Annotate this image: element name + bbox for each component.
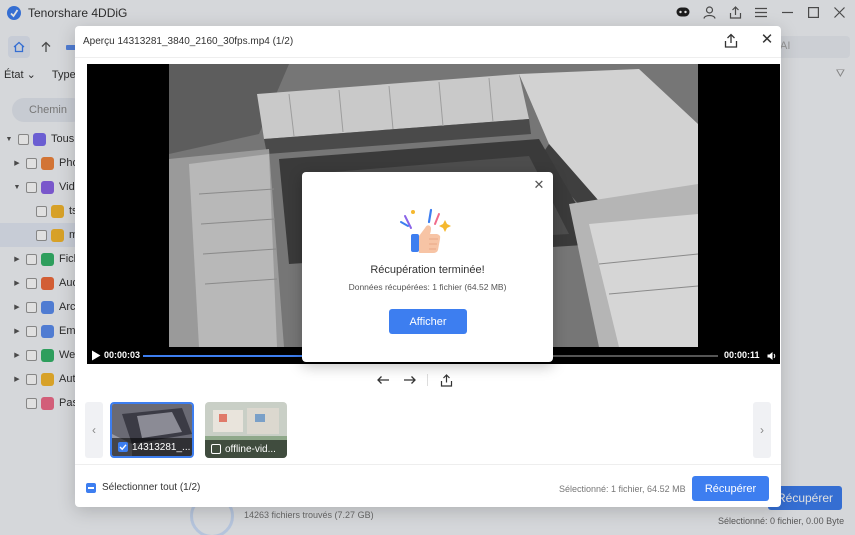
- preview-header: Aperçu 14313281_3840_2160_30fps.mp4 (1/2…: [75, 26, 781, 58]
- select-all-checkbox[interactable]: Sélectionner tout (1/2): [86, 482, 200, 493]
- recovery-complete-dialog: ✕ Récupération terminée! Données récupér…: [302, 172, 553, 362]
- thumbnail-item[interactable]: 14313281_...: [110, 402, 194, 458]
- previous-arrow-icon[interactable]: [375, 372, 391, 388]
- selected-info: Sélectionné: 1 fichier, 64.52 MB: [559, 484, 686, 494]
- view-button[interactable]: Afficher: [389, 309, 467, 334]
- export-icon[interactable]: [723, 33, 739, 49]
- play-icon[interactable]: [91, 350, 101, 361]
- completion-title: Récupération terminée!: [370, 264, 485, 276]
- preview-navigation: [375, 372, 454, 388]
- total-time: 00:00:11: [724, 350, 760, 360]
- close-icon[interactable]: ✕: [532, 178, 546, 192]
- thumbnail-checkbox-checked[interactable]: [118, 442, 128, 452]
- scroll-right-button[interactable]: ›: [753, 402, 771, 458]
- partial-check-icon: [86, 482, 96, 493]
- select-all-label: Sélectionner tout (1/2): [102, 482, 201, 493]
- share-icon[interactable]: [438, 372, 454, 388]
- chevron-left-icon: ‹: [92, 423, 96, 437]
- divider: [427, 374, 428, 386]
- current-time: 00:00:03: [104, 350, 141, 360]
- thumbnail-item[interactable]: offline-vid...: [205, 402, 287, 458]
- close-icon[interactable]: ✕: [759, 32, 775, 48]
- volume-icon[interactable]: [767, 351, 777, 361]
- scroll-left-button[interactable]: ‹: [85, 402, 103, 458]
- next-arrow-icon[interactable]: [401, 372, 417, 388]
- preview-footer: Sélectionner tout (1/2) Sélectionné: 1 f…: [75, 464, 781, 507]
- recover-button[interactable]: Récupérer: [692, 476, 769, 501]
- completion-subtitle: Données récupérées: 1 fichier (64.52 MB): [348, 282, 507, 292]
- seek-progress: [143, 355, 307, 357]
- thumbs-up-celebration-icon: [400, 208, 451, 253]
- thumbnail-caption: 14313281_...: [112, 438, 192, 456]
- chevron-right-icon: ›: [760, 423, 764, 437]
- thumbnail-checkbox[interactable]: [211, 444, 221, 454]
- preview-title: Aperçu 14313281_3840_2160_30fps.mp4 (1/2…: [83, 36, 294, 47]
- thumbnail-strip: ‹ 14313281_... offline-vid... ›: [85, 402, 771, 458]
- thumbnail-caption: offline-vid...: [205, 440, 287, 458]
